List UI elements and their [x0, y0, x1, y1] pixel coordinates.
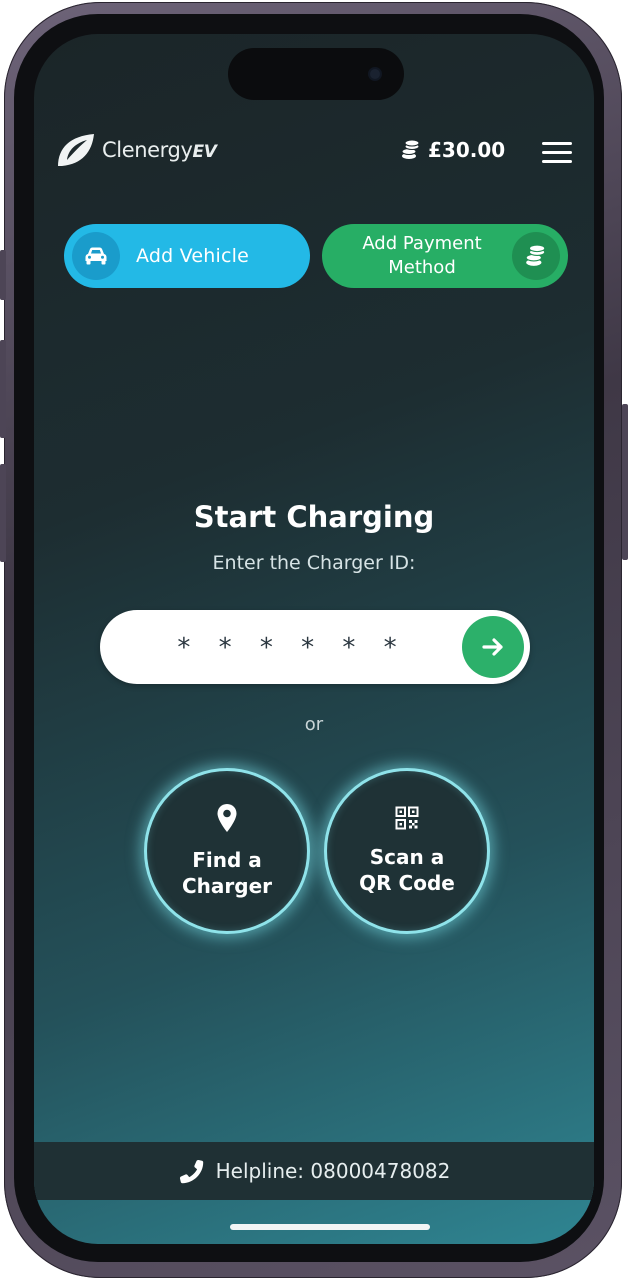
- coins-icon: [525, 244, 546, 266]
- leaf-logo-icon: [58, 134, 94, 166]
- or-separator: or: [304, 714, 324, 735]
- dynamic-island: [228, 48, 404, 100]
- add-vehicle-label: Add Vehicle: [136, 245, 249, 267]
- qr-code-icon: [395, 806, 419, 830]
- add-payment-label: Add Payment Method: [362, 233, 482, 278]
- logo-wordmark: ClenergyEV: [102, 138, 217, 162]
- home-indicator[interactable]: [230, 1224, 430, 1230]
- find-charger-label: Find a Charger: [181, 848, 273, 898]
- app-logo[interactable]: ClenergyEV: [54, 130, 217, 170]
- start-charging-title: Start Charging: [193, 500, 435, 534]
- add-payment-method-button[interactable]: Add Payment Method: [322, 224, 568, 288]
- find-charger-button[interactable]: Find a Charger: [144, 768, 310, 934]
- charger-id-field: [100, 610, 530, 686]
- car-icon: [85, 247, 107, 265]
- car-icon-circle: [72, 232, 120, 280]
- charger-id-input[interactable]: [130, 610, 454, 686]
- add-vehicle-button[interactable]: Add Vehicle: [64, 224, 310, 288]
- scan-qr-label: Scan a QR Code: [359, 845, 455, 895]
- map-pin-icon: [217, 804, 237, 832]
- balance-amount: £30.00: [428, 138, 506, 162]
- power-button: [622, 404, 628, 560]
- action-button: [0, 250, 6, 300]
- helpline-bar[interactable]: Helpline: 08000478082: [34, 1142, 594, 1200]
- coins-icon: [401, 139, 420, 159]
- camera-icon: [370, 69, 380, 79]
- volume-down-button: [0, 464, 6, 562]
- submit-charger-id-button[interactable]: [462, 616, 524, 678]
- phone-icon: [179, 1159, 203, 1184]
- volume-up-button: [0, 340, 6, 438]
- coins-icon-circle: [512, 232, 560, 280]
- app-screen: ClenergyEV £30.00 Add Vehicle Add Paymen…: [34, 34, 594, 1244]
- wallet-balance[interactable]: £30.00: [400, 138, 505, 162]
- scan-qr-code-button[interactable]: Scan a QR Code: [324, 768, 490, 934]
- charger-id-prompt: Enter the Charger ID:: [212, 552, 416, 574]
- hamburger-menu-icon[interactable]: [542, 142, 572, 164]
- helpline-text: Helpline: 08000478082: [215, 1159, 451, 1183]
- arrow-right-icon: [482, 638, 503, 656]
